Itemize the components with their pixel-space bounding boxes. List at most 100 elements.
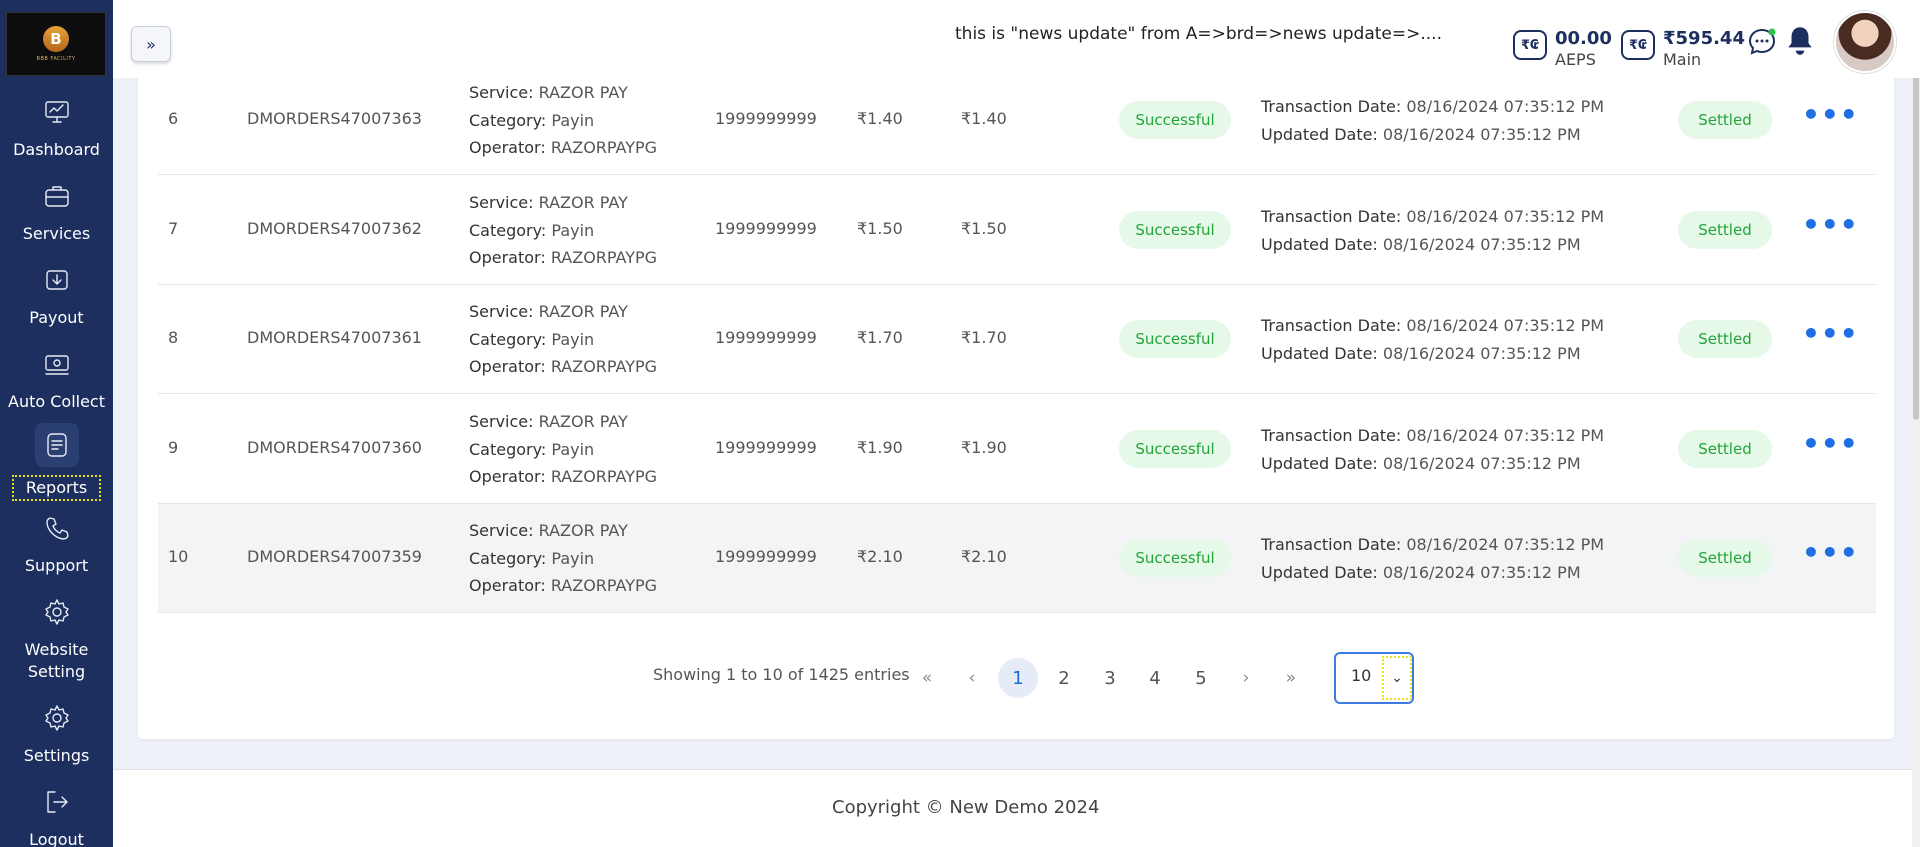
operator-label: Operator: xyxy=(469,576,546,595)
service-details: Service: RAZOR PAY Category: Payin Operato… xyxy=(469,79,657,162)
transaction-date: 08/16/2024 07:35:12 PM xyxy=(1406,316,1605,335)
updated-date-label: Updated Date: xyxy=(1261,124,1378,144)
table-row[interactable]: 8 DMORDERS47007361 Service: RAZOR PAY Categ… xyxy=(158,285,1876,394)
updated-date: 08/16/2024 07:35:12 PM xyxy=(1382,343,1581,363)
entries-info: Showing 1 to 10 of 1425 entries xyxy=(653,665,910,684)
wallet-main[interactable]: ₹₢ ₹595.44 Main xyxy=(1621,28,1745,70)
briefcase-icon xyxy=(40,179,74,213)
double-chevron-left-icon: « xyxy=(921,668,933,688)
footer-divider xyxy=(113,769,1920,770)
payout-icon xyxy=(40,263,74,297)
updated-date: 08/16/2024 07:35:12 PM xyxy=(1382,124,1581,144)
date-details: Transaction Date: 08/16/2024 07:35:12 PM… xyxy=(1261,312,1604,367)
service-label: Service: xyxy=(469,83,534,102)
mobile-number: 1999999999 xyxy=(715,547,817,566)
sidebar-item-support[interactable]: Support xyxy=(0,511,113,577)
net-amount: ₹1.40 xyxy=(961,109,1007,128)
operator-label: Operator: xyxy=(469,248,546,267)
more-actions-icon[interactable]: ••• xyxy=(1802,536,1859,569)
status-badge: Successful xyxy=(1119,539,1231,577)
row-number: 10 xyxy=(168,547,189,566)
operator-label: Operator: xyxy=(469,138,546,157)
logo-text: BBB FACILITY xyxy=(36,56,76,62)
more-actions-icon[interactable]: ••• xyxy=(1802,317,1859,350)
last-page-button[interactable]: » xyxy=(1271,658,1311,698)
transaction-date-label: Transaction Date: xyxy=(1261,316,1402,335)
mobile-number: 1999999999 xyxy=(715,219,817,238)
copyright: Copyright © New Demo 2024 xyxy=(832,797,1100,818)
table-row[interactable]: 7 DMORDERS47007362 Service: RAZOR PAY Categ… xyxy=(158,176,1876,285)
operator-value: RAZORPAYPG xyxy=(550,576,658,595)
service-details: Service: RAZOR PAY Category: Payin Operato… xyxy=(469,298,657,381)
transaction-date: 08/16/2024 07:35:12 PM xyxy=(1406,97,1605,116)
page-2-button[interactable]: 2 xyxy=(1044,658,1084,698)
wallet-aeps[interactable]: ₹₢ 00.00 AEPS xyxy=(1513,28,1612,70)
first-page-button[interactable]: « xyxy=(907,658,947,698)
chevron-down-icon[interactable]: ⌄ xyxy=(1382,656,1412,700)
sidebar-item-dashboard[interactable]: Dashboard xyxy=(0,95,113,161)
table-row[interactable]: 9 DMORDERS47007360 Service: RAZOR PAY Categ… xyxy=(158,395,1876,504)
page-size-select[interactable]: 10 ⌄ xyxy=(1334,652,1414,704)
page-1-button[interactable]: 1 xyxy=(998,658,1038,698)
settlement-badge: Settled xyxy=(1678,211,1772,249)
page-4-button[interactable]: 4 xyxy=(1135,658,1175,698)
user-avatar[interactable] xyxy=(1834,11,1896,73)
sidebar-item-services[interactable]: Services xyxy=(0,179,113,245)
expand-sidebar-button[interactable]: » xyxy=(131,26,171,62)
sidebar-item-label: Reports xyxy=(11,475,102,501)
service-label: Service: xyxy=(469,193,534,212)
chat-icon[interactable] xyxy=(1747,26,1777,56)
table-row[interactable]: 6 DMORDERS47007363 Service: RAZOR PAY Categ… xyxy=(158,66,1876,175)
row-number: 9 xyxy=(168,438,179,457)
bell-icon[interactable] xyxy=(1784,24,1816,58)
page-3-button[interactable]: 3 xyxy=(1090,658,1130,698)
sidebar-item-settings[interactable]: Settings xyxy=(0,701,113,767)
status-badge: Successful xyxy=(1119,101,1231,139)
category-value: Payin xyxy=(551,548,595,568)
updated-date: 08/16/2024 07:35:12 PM xyxy=(1382,453,1581,473)
status-badge: Successful xyxy=(1119,211,1231,249)
updated-date-label: Updated Date: xyxy=(1261,234,1378,254)
brand-logo[interactable]: B BBB FACILITY xyxy=(6,12,106,76)
operator-value: RAZORPAYPG xyxy=(550,467,658,486)
order-id: DMORDERS47007363 xyxy=(247,109,422,128)
table-row[interactable]: 10 DMORDERS47007359 Service: RAZOR PAY Cate… xyxy=(158,504,1876,613)
more-actions-icon[interactable]: ••• xyxy=(1802,208,1859,241)
wallet-amount: ₹595.44 xyxy=(1663,28,1745,49)
mobile-number: 1999999999 xyxy=(715,109,817,128)
sidebar-item-auto-collect[interactable]: Auto Collect xyxy=(0,347,113,413)
sidebar-item-payout[interactable]: Payout xyxy=(0,263,113,329)
net-amount: ₹1.90 xyxy=(961,438,1007,457)
next-page-button[interactable]: › xyxy=(1226,658,1266,698)
settlement-badge: Settled xyxy=(1678,320,1772,358)
prev-page-button[interactable]: ‹ xyxy=(952,658,992,698)
service-value: RAZOR PAY xyxy=(538,193,628,212)
page-size-value: 10 xyxy=(1351,666,1372,685)
transaction-date: 08/16/2024 07:35:12 PM xyxy=(1406,426,1605,445)
rupee-wallet-icon: ₹₢ xyxy=(1621,30,1655,60)
sidebar-item-website-setting[interactable]: Website Setting xyxy=(0,595,113,683)
order-id: DMORDERS47007359 xyxy=(247,547,422,566)
row-number: 8 xyxy=(168,328,179,347)
gear-icon xyxy=(40,701,74,735)
more-actions-icon[interactable]: ••• xyxy=(1802,427,1859,460)
service-label: Service: xyxy=(469,302,534,321)
row-number: 7 xyxy=(168,219,179,238)
net-amount: ₹2.10 xyxy=(961,547,1007,566)
logo-mark: B xyxy=(43,26,69,52)
service-details: Service: RAZOR PAY Category: Payin Operato… xyxy=(469,408,657,491)
sidebar-item-reports[interactable]: Reports xyxy=(0,423,113,501)
service-value: RAZOR PAY xyxy=(538,302,628,321)
page-5-button[interactable]: 5 xyxy=(1181,658,1221,698)
more-actions-icon[interactable]: ••• xyxy=(1802,98,1859,131)
transaction-date-label: Transaction Date: xyxy=(1261,207,1402,226)
date-details: Transaction Date: 08/16/2024 07:35:12 PM… xyxy=(1261,93,1604,148)
settlement-badge: Settled xyxy=(1678,430,1772,468)
transaction-date-label: Transaction Date: xyxy=(1261,426,1402,445)
service-value: RAZOR PAY xyxy=(538,521,628,540)
category-value: Payin xyxy=(551,220,595,240)
status-badge: Successful xyxy=(1119,430,1231,468)
updated-date: 08/16/2024 07:35:12 PM xyxy=(1382,562,1581,582)
sidebar-item-logout[interactable]: Logout xyxy=(0,785,113,847)
date-details: Transaction Date: 08/16/2024 07:35:12 PM… xyxy=(1261,531,1604,586)
